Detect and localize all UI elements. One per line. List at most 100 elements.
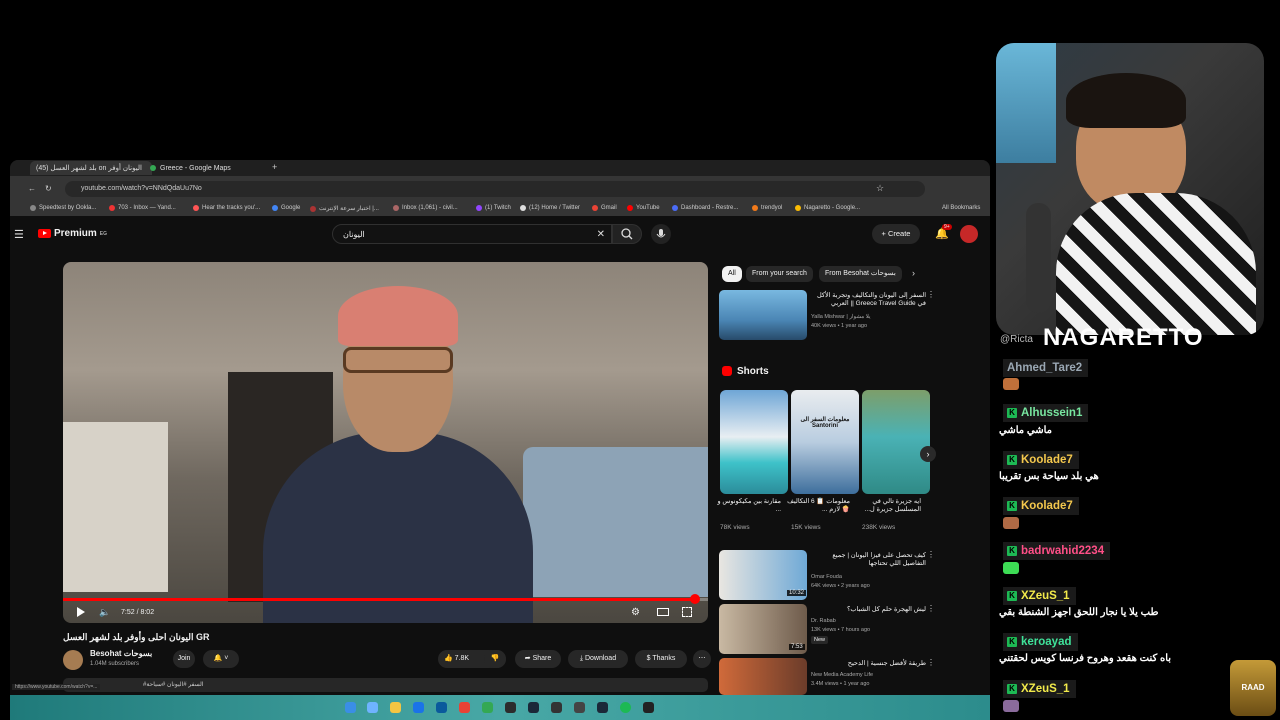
new-tab-button[interactable]: + [272, 162, 277, 172]
chat-username[interactable]: K XZeuS_1 [1003, 680, 1076, 698]
thanks-button[interactable]: $ Thanks [635, 650, 687, 668]
app-icon[interactable] [482, 702, 493, 713]
bookmark-twitch[interactable]: (1) Twitch [476, 205, 511, 211]
video-title: كيف تحصل على فيزا اليونان | جميع التفاصي… [832, 552, 926, 567]
chat-username[interactable]: K Koolade7 [1003, 497, 1079, 515]
bookmark-all[interactable]: All Bookmarks [942, 205, 980, 211]
short-views: 78K views [720, 524, 750, 531]
clear-search-icon[interactable]: ✕ [597, 225, 605, 245]
chip-from-channel[interactable]: From Besohat بسوحات [819, 266, 902, 282]
short-thumbnail[interactable]: معلومات السفر الى Santorini [791, 390, 859, 494]
more-actions-button[interactable]: ⋯ [693, 650, 711, 668]
username-text: Koolade7 [1021, 500, 1073, 512]
short-thumbnail[interactable] [720, 390, 788, 494]
store-icon[interactable] [436, 702, 447, 713]
dislike-button[interactable]: 👎 [484, 650, 506, 668]
bookmark-speedtest[interactable]: Speedtest by Ookla... [30, 205, 96, 211]
volume-icon[interactable]: 🔈 [99, 607, 110, 618]
microphone-button[interactable] [651, 224, 671, 244]
app-icon[interactable] [528, 702, 539, 713]
bookmarks-bar: Speedtest by Ookla... 703 - Inbox — Yand… [10, 203, 990, 216]
tab-google-maps[interactable]: Greece - Google Maps [144, 161, 276, 175]
app-icon[interactable] [551, 702, 562, 713]
like-count: 7.8K [454, 655, 470, 662]
channel-name[interactable]: Besohat بسوحات [90, 649, 152, 658]
bookmark-yandex[interactable]: 703 - Inbox — Yand... [109, 205, 176, 211]
chat-username[interactable]: K XZeuS_1 [1003, 587, 1076, 605]
chevron-right-icon[interactable]: › [912, 268, 915, 278]
obs-icon[interactable] [574, 702, 585, 713]
recommended-video[interactable]: طريقة لأفضل جنسية | الدحيح New Media Aca… [719, 658, 935, 695]
bookmark-gmail[interactable]: Gmail [592, 205, 617, 211]
spotify-icon[interactable] [620, 702, 631, 713]
progress-bar[interactable] [63, 594, 708, 604]
join-button[interactable]: Join [173, 650, 195, 668]
chat-username[interactable]: Ahmed_Tare2 [1003, 359, 1089, 377]
edge-icon[interactable] [413, 702, 424, 713]
bookmark-trendyol[interactable]: trendyol [752, 205, 782, 211]
app-icon[interactable] [643, 702, 654, 713]
recommended-video[interactable]: 10:32 كيف تحصل على فيزا اليونان | جميع ا… [719, 550, 935, 602]
video-title: اليونان احلى وأوفر بلد لشهر العسل GR [63, 632, 210, 642]
bookmark-google[interactable]: Google [272, 205, 300, 211]
more-options-icon[interactable]: ⋮ [927, 658, 935, 667]
steam-icon[interactable] [597, 702, 608, 713]
copilot-icon[interactable] [367, 702, 378, 713]
search-button[interactable] [612, 224, 642, 244]
bookmark-twitter[interactable]: (12) Home / Twitter [520, 205, 580, 211]
more-options-icon[interactable]: ⋮ [927, 290, 935, 299]
chat-username[interactable]: K Koolade7 [1003, 451, 1079, 469]
chat-username[interactable]: Kbadrwahid2234 [1003, 542, 1111, 560]
bookmark-dashboard[interactable]: Dashboard - Restre... [672, 205, 738, 211]
bookmark-nagaretto[interactable]: Nagaretto - Google... [795, 205, 860, 211]
app-icon[interactable] [505, 702, 516, 713]
avatar[interactable] [960, 225, 978, 243]
short-title[interactable]: معلومات 📋 6 التكاليف 🍿 لازم ... [782, 498, 850, 514]
short-title[interactable]: ايه جزيرة تالي في المسلسل جزيرة ل... [853, 498, 921, 514]
more-options-icon[interactable]: ⋮ [927, 550, 935, 559]
webcam-background-poster [996, 43, 1056, 163]
search-input[interactable]: اليونان ✕ [332, 224, 612, 244]
chip-from-search[interactable]: From your search [746, 266, 813, 282]
back-icon[interactable]: ← [28, 184, 36, 193]
bookmark-inbox[interactable]: Inbox (1,061) - civil... [393, 205, 458, 211]
subscriber-count: 1.04M subscribers [90, 661, 140, 667]
bookmark-speedtest-ar[interactable]: اختبار سرعة الإنترنت |... [310, 205, 379, 212]
download-button[interactable]: ⤓ Download [568, 650, 628, 668]
channel-name: Omar Fouda [811, 574, 842, 580]
settings-icon[interactable]: ⚙ [631, 607, 640, 618]
reload-icon[interactable]: ↻ [45, 184, 52, 193]
chrome-icon[interactable] [459, 702, 470, 713]
fullscreen-icon[interactable] [682, 607, 692, 617]
subscribe-bell-button[interactable]: 🔔 ˅ [203, 650, 239, 668]
channel-avatar[interactable] [63, 650, 83, 670]
file-explorer-icon[interactable] [390, 702, 401, 713]
start-icon[interactable] [345, 702, 356, 713]
chip-all[interactable]: All [722, 266, 742, 282]
play-icon[interactable] [77, 607, 85, 617]
short-thumbnail[interactable] [862, 390, 930, 494]
shorts-next-button[interactable]: › [920, 446, 936, 462]
tab-youtube[interactable]: (45) بلد لشهر العسل on اليونان أوفر [30, 161, 152, 175]
address-bar[interactable]: youtube.com/watch?v=NNdQdaUu7No [65, 181, 925, 197]
recommended-video[interactable]: 7:53 ليش الهجرة حلم كل الشباب؟ Dr. Rabab… [719, 604, 935, 656]
star-icon[interactable]: ☆ [876, 183, 884, 194]
menu-icon[interactable]: ☰ [14, 228, 24, 241]
bookmark-youtube[interactable]: YouTube [627, 205, 660, 211]
theater-mode-icon[interactable] [657, 608, 669, 616]
video-player[interactable]: 🔈 7:52 / 8:02 ⚙ [63, 262, 708, 623]
kick-badge-icon: K [1007, 546, 1017, 556]
short-title[interactable]: مقارنة بين مكيكونوس و ... [713, 498, 781, 514]
create-button[interactable]: + Create [872, 224, 920, 244]
video-title: السفر إلى اليونان والتكاليف وتجربة الأكل… [816, 292, 926, 307]
bookmark-hear-tracks[interactable]: Hear the tracks you'... [193, 205, 260, 211]
youtube-logo[interactable]: Premium EG [38, 228, 107, 239]
chat-username[interactable]: Kkeroayad [1003, 633, 1078, 651]
description-box[interactable]: #السفر #اليونان #سياحة [63, 678, 708, 692]
recommended-video[interactable]: السفر إلى اليونان والتكاليف وتجربة الأكل… [719, 290, 935, 342]
more-options-icon[interactable]: ⋮ [927, 604, 935, 613]
video-scene-glasses [343, 347, 453, 373]
share-button[interactable]: ➦ Share [515, 650, 561, 668]
chat-username[interactable]: K Alhussein1 [1003, 404, 1089, 422]
microphone [1026, 203, 1051, 313]
